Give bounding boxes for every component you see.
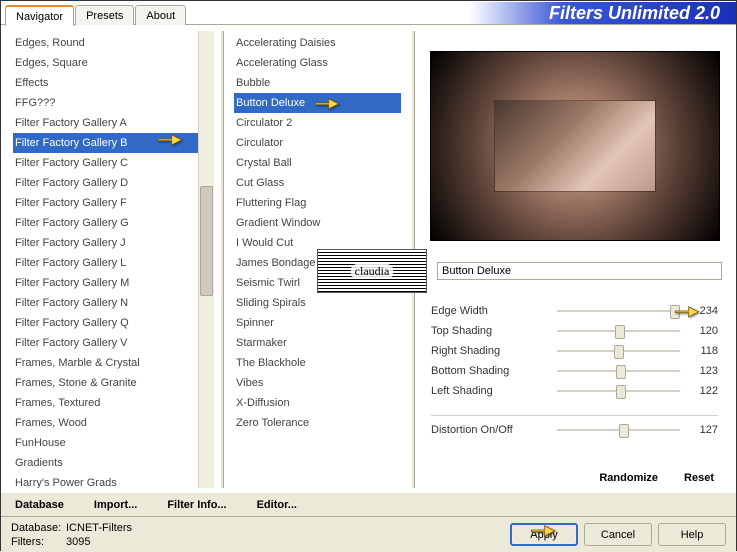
database-button[interactable]: Database (11, 497, 68, 513)
parameter-area: Edge Width 234 Top Shading 120 Right Sha… (421, 297, 728, 440)
param-row: Top Shading 120 (431, 321, 718, 341)
param-label: Left Shading (431, 385, 551, 397)
list-item[interactable]: Filter Factory Gallery G (13, 213, 210, 233)
list-item[interactable]: Frames, Textured (13, 393, 210, 413)
footer-meta: Database:ICNET-Filters Filters:3095 (11, 521, 132, 549)
import-button[interactable]: Import... (90, 497, 141, 513)
param-slider[interactable] (557, 323, 680, 339)
param-label: Edge Width (431, 305, 551, 317)
list-item[interactable]: Filter Factory Gallery D (13, 173, 210, 193)
param-label: Bottom Shading (431, 365, 551, 377)
list-item[interactable]: Frames, Wood (13, 413, 210, 433)
list-item[interactable]: FunHouse (13, 433, 210, 453)
editor-button[interactable]: Editor... (253, 497, 301, 513)
list-item[interactable]: Filter Factory Gallery V (13, 333, 210, 353)
param-row: Edge Width 234 (431, 301, 718, 321)
list-item[interactable]: Edges, Square (13, 53, 210, 73)
list-item[interactable]: X-Diffusion (234, 393, 401, 413)
list-item[interactable]: Bubble (234, 73, 401, 93)
param-slider[interactable] (557, 303, 680, 319)
app-title: Filters Unlimited 2.0 (469, 2, 736, 24)
list-item[interactable]: Gradients (13, 453, 210, 473)
param-label: Top Shading (431, 325, 551, 337)
list-item[interactable]: Filter Factory Gallery L (13, 253, 210, 273)
param-value: 123 (686, 365, 718, 377)
category-scroll-thumb[interactable] (200, 186, 213, 296)
list-item[interactable]: Effects (13, 73, 210, 93)
list-item[interactable]: Button Deluxe (234, 93, 401, 113)
list-item[interactable]: Frames, Stone & Granite (13, 373, 210, 393)
list-item[interactable]: Harry's Power Grads (13, 473, 210, 488)
list-item[interactable]: The Blackhole (234, 353, 401, 373)
param-row: Left Shading 122 (431, 381, 718, 401)
list-item[interactable]: Filter Factory Gallery F (13, 193, 210, 213)
splitter-1[interactable] (220, 31, 224, 488)
list-item[interactable]: Cut Glass (234, 173, 401, 193)
list-item[interactable]: Fluttering Flag (234, 193, 401, 213)
list-item[interactable]: Crystal Ball (234, 153, 401, 173)
list-item[interactable]: FFG??? (13, 93, 210, 113)
param-row: Distortion On/Off 127 (431, 420, 718, 440)
tab-navigator[interactable]: Navigator (5, 5, 74, 26)
param-value: 122 (686, 385, 718, 397)
list-item[interactable]: Filter Factory Gallery C (13, 153, 210, 173)
param-value: 234 (686, 305, 718, 317)
list-item[interactable]: Sliding Spirals (234, 293, 401, 313)
list-item[interactable]: Filter Factory Gallery M (13, 273, 210, 293)
param-label: Right Shading (431, 345, 551, 357)
param-value: 118 (686, 345, 718, 357)
list-item[interactable]: Starmaker (234, 333, 401, 353)
tab-about[interactable]: About (135, 5, 186, 25)
lower-toolbar: Database Import... Filter Info... Editor… (1, 492, 736, 516)
list-item[interactable]: Circulator 2 (234, 113, 401, 133)
param-slider[interactable] (557, 422, 680, 438)
list-item[interactable]: Circulator (234, 133, 401, 153)
param-value: 127 (686, 424, 718, 436)
list-item[interactable]: Filter Factory Gallery Q (13, 313, 210, 333)
param-slider[interactable] (557, 363, 680, 379)
filter-info-button[interactable]: Filter Info... (163, 497, 230, 513)
randomize-button[interactable]: Randomize (595, 470, 662, 486)
help-button[interactable]: Help (658, 523, 726, 546)
param-slider[interactable] (557, 383, 680, 399)
list-item[interactable]: Gradient Window (234, 213, 401, 233)
category-list[interactable]: Edges, RoundEdges, SquareEffectsFFG???Fi… (9, 31, 214, 488)
list-item[interactable]: Edges, Round (13, 33, 210, 53)
param-value: 120 (686, 325, 718, 337)
param-slider[interactable] (557, 343, 680, 359)
tab-bar: Navigator Presets About (1, 1, 187, 25)
list-item[interactable]: Spinner (234, 313, 401, 333)
list-item[interactable]: Filter Factory Gallery N (13, 293, 210, 313)
category-scrollbar[interactable] (198, 31, 214, 488)
apply-button[interactable]: Apply (510, 523, 578, 546)
tab-presets[interactable]: Presets (75, 5, 134, 25)
param-row: Bottom Shading 123 (431, 361, 718, 381)
category-panel: Edges, RoundEdges, SquareEffectsFFG???Fi… (9, 31, 214, 488)
list-item[interactable]: Filter Factory Gallery J (13, 233, 210, 253)
list-item[interactable]: Vibes (234, 373, 401, 393)
preview-panel: claudia Edge Width 234 Top Shading 120 R… (421, 31, 728, 488)
list-item[interactable]: Frames, Marble & Crystal (13, 353, 210, 373)
list-item[interactable]: Filter Factory Gallery B (13, 133, 210, 153)
preview-image (430, 51, 720, 241)
cancel-button[interactable]: Cancel (584, 523, 652, 546)
watermark-logo: claudia (317, 249, 427, 293)
list-item[interactable]: Zero Tolerance (234, 413, 401, 433)
filter-name-input[interactable] (437, 262, 722, 280)
param-row: Right Shading 118 (431, 341, 718, 361)
list-item[interactable]: Accelerating Glass (234, 53, 401, 73)
list-item[interactable]: Filter Factory Gallery A (13, 113, 210, 133)
reset-button[interactable]: Reset (680, 470, 718, 486)
param-label: Distortion On/Off (431, 424, 551, 436)
list-item[interactable]: Accelerating Daisies (234, 33, 401, 53)
